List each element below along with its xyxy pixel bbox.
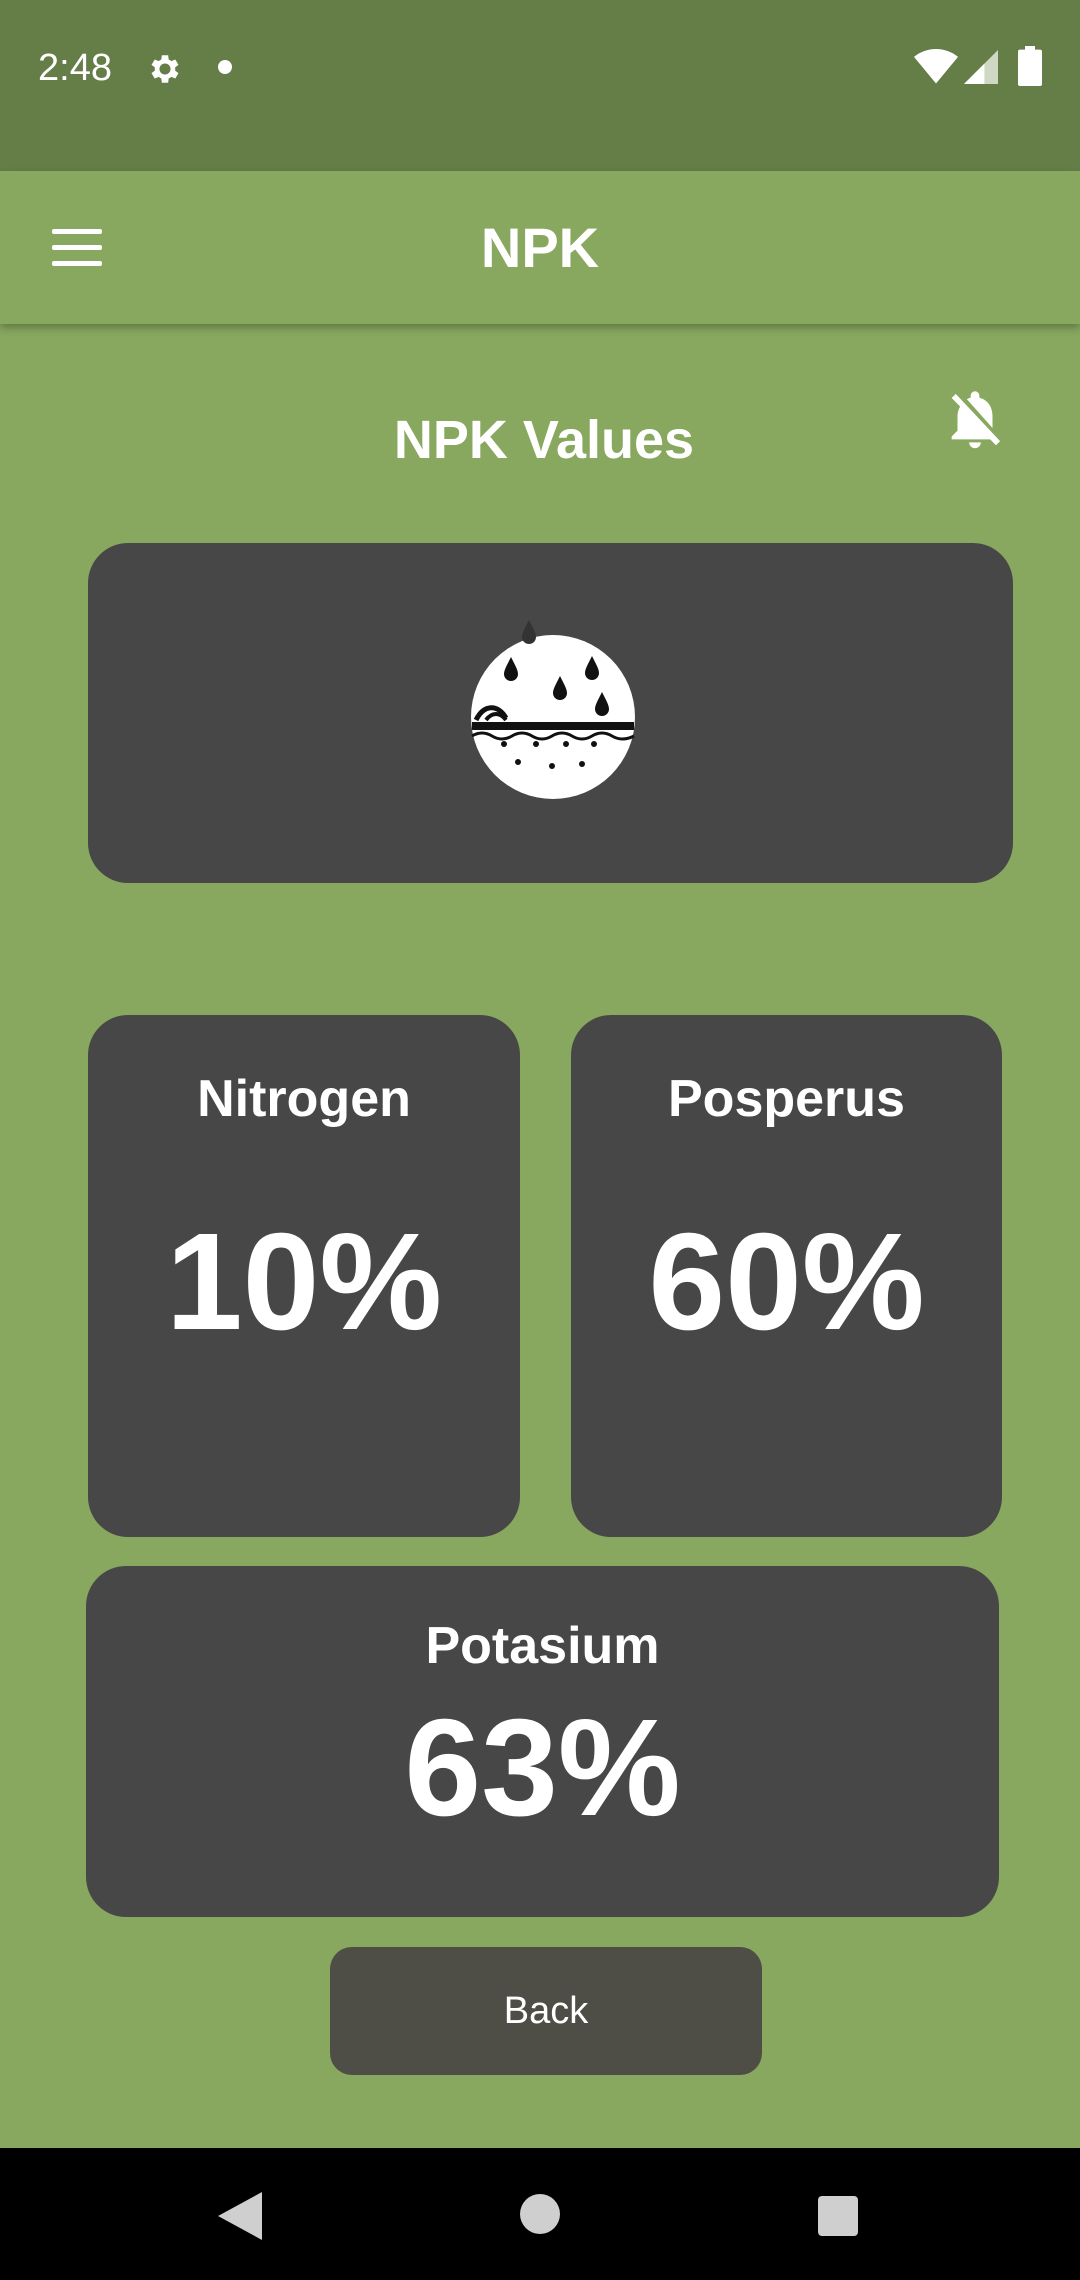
nav-recents-icon[interactable]	[818, 2196, 858, 2236]
app-title: NPK	[480, 216, 600, 279]
bell-off-icon[interactable]	[940, 384, 1010, 454]
nav-back-icon[interactable]	[218, 2192, 262, 2240]
phosphorus-card: Posperus 60%	[571, 1015, 1002, 1537]
battery-icon	[1018, 46, 1042, 86]
potassium-value: 63%	[404, 1691, 681, 1845]
nitrogen-card: Nitrogen 10%	[88, 1015, 520, 1537]
potassium-label: Potasium	[425, 1617, 660, 1675]
cell-signal-icon	[964, 50, 998, 84]
app-bar: NPK	[0, 171, 1080, 324]
notification-dot-icon	[218, 60, 232, 74]
potassium-card: Potasium 63%	[86, 1566, 999, 1917]
nitrogen-value: 10%	[165, 1205, 443, 1359]
phosphorus-label: Posperus	[668, 1070, 905, 1128]
status-time: 2:48	[38, 47, 112, 89]
hamburger-menu-icon[interactable]	[40, 219, 114, 277]
wifi-icon	[914, 49, 958, 84]
settings-gear-icon	[151, 55, 179, 83]
nitrogen-label: Nitrogen	[197, 1070, 411, 1128]
nav-home-icon[interactable]	[520, 2194, 560, 2234]
phosphorus-value: 60%	[648, 1205, 925, 1359]
soil-rain-icon	[471, 620, 635, 799]
page-title: NPK Values	[393, 410, 695, 470]
back-button[interactable]: Back	[330, 1947, 762, 2075]
